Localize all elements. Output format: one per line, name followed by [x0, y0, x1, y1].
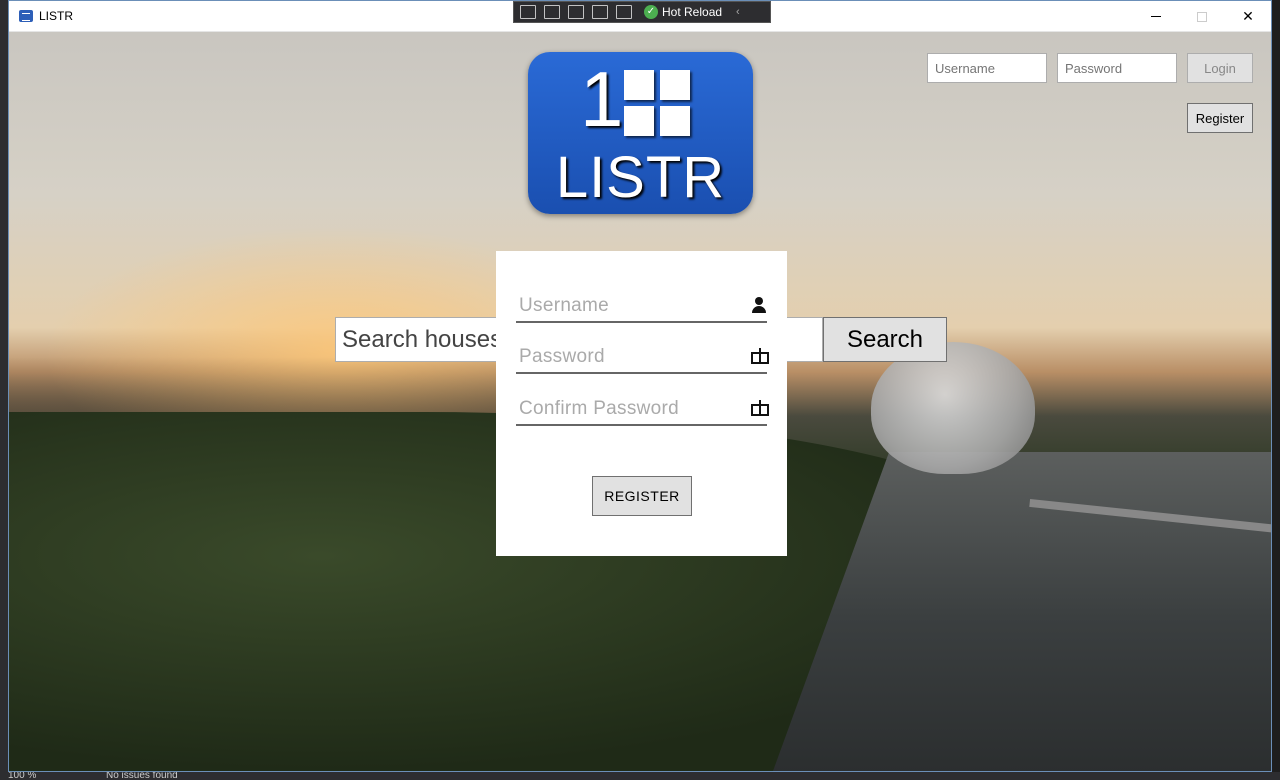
ide-background-strip: [0, 0, 8, 780]
password-icon: [751, 348, 769, 364]
select-element-icon[interactable]: [520, 5, 536, 19]
username-placeholder: Username: [519, 295, 610, 316]
app-icon: [19, 10, 33, 22]
background-skyline: [9, 357, 509, 417]
minimize-icon: [1151, 16, 1161, 17]
confirm-password-placeholder: Confirm Password: [519, 398, 680, 419]
password-icon: [751, 400, 769, 416]
check-icon: ✓: [644, 5, 658, 19]
zoom-level[interactable]: 100 %: [8, 772, 36, 780]
layout-adorners-icon[interactable]: [568, 5, 584, 19]
search-button[interactable]: Search: [823, 317, 947, 362]
logo-word: LISTR: [555, 145, 726, 210]
window-title: LISTR: [39, 9, 74, 23]
ide-status-bar: 100 % No issues found: [0, 772, 1280, 780]
hot-reload-label: Hot Reload: [662, 5, 723, 19]
maximize-button[interactable]: [1179, 1, 1225, 32]
register-username-field[interactable]: Username: [516, 287, 767, 323]
register-submit-button[interactable]: REGISTER: [592, 476, 692, 516]
register-card: Username Password Confirm Password REGIS…: [496, 251, 787, 556]
binding-failures-icon[interactable]: [616, 5, 632, 19]
header-register-button[interactable]: Register: [1187, 103, 1253, 133]
logo-number: 1: [580, 55, 624, 143]
register-password-field[interactable]: Password: [516, 338, 769, 374]
password-placeholder: Password: [519, 346, 605, 367]
close-icon: ✕: [1242, 8, 1254, 24]
debug-toolbar: ✓ Hot Reload ‹: [513, 1, 771, 23]
user-icon: [751, 297, 767, 313]
pointer-icon[interactable]: [544, 5, 560, 19]
main-content: 1 LISTR Login Register Search houses Sea…: [9, 32, 1271, 771]
app-window: LISTR ✓ Hot Reload ‹ ✕ 1 LISTR Username …: [8, 0, 1272, 772]
hot-reload-status[interactable]: ✓ Hot Reload: [644, 5, 722, 19]
register-confirm-password-field[interactable]: Confirm Password: [516, 390, 769, 426]
listr-logo: 1 LISTR: [528, 52, 753, 214]
header-password-input[interactable]: [1057, 53, 1177, 83]
close-button[interactable]: ✕: [1225, 1, 1271, 32]
track-focus-icon[interactable]: [592, 5, 608, 19]
collapse-chevron-icon[interactable]: ‹: [736, 6, 740, 18]
title-bar: LISTR ✓ Hot Reload ‹ ✕: [9, 1, 1271, 32]
maximize-icon: [1197, 11, 1207, 22]
logo-grid-icon: [624, 70, 690, 136]
header-username-input[interactable]: [927, 53, 1047, 83]
issues-status[interactable]: No issues found: [106, 772, 178, 780]
login-button[interactable]: Login: [1187, 53, 1253, 83]
minimize-button[interactable]: [1133, 1, 1179, 32]
